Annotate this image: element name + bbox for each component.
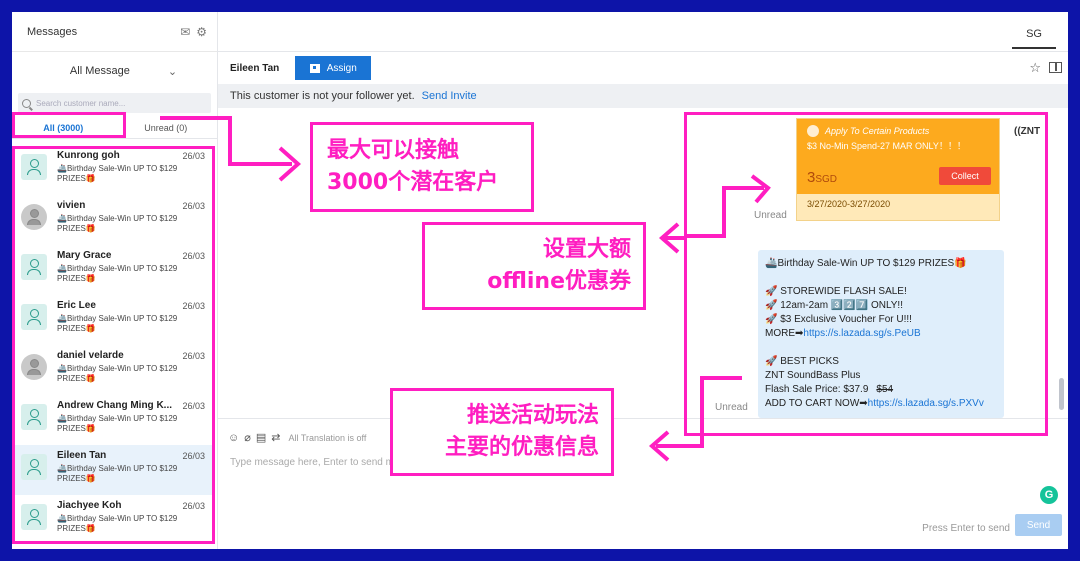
app-window: Messages ✉ ⚙ All Message ⌄ Search custom… (12, 12, 1068, 549)
annotation-arrows (160, 116, 771, 462)
arrow-reach (160, 116, 292, 166)
arrow-promotion (656, 376, 742, 448)
arrow-voucher (684, 186, 764, 238)
